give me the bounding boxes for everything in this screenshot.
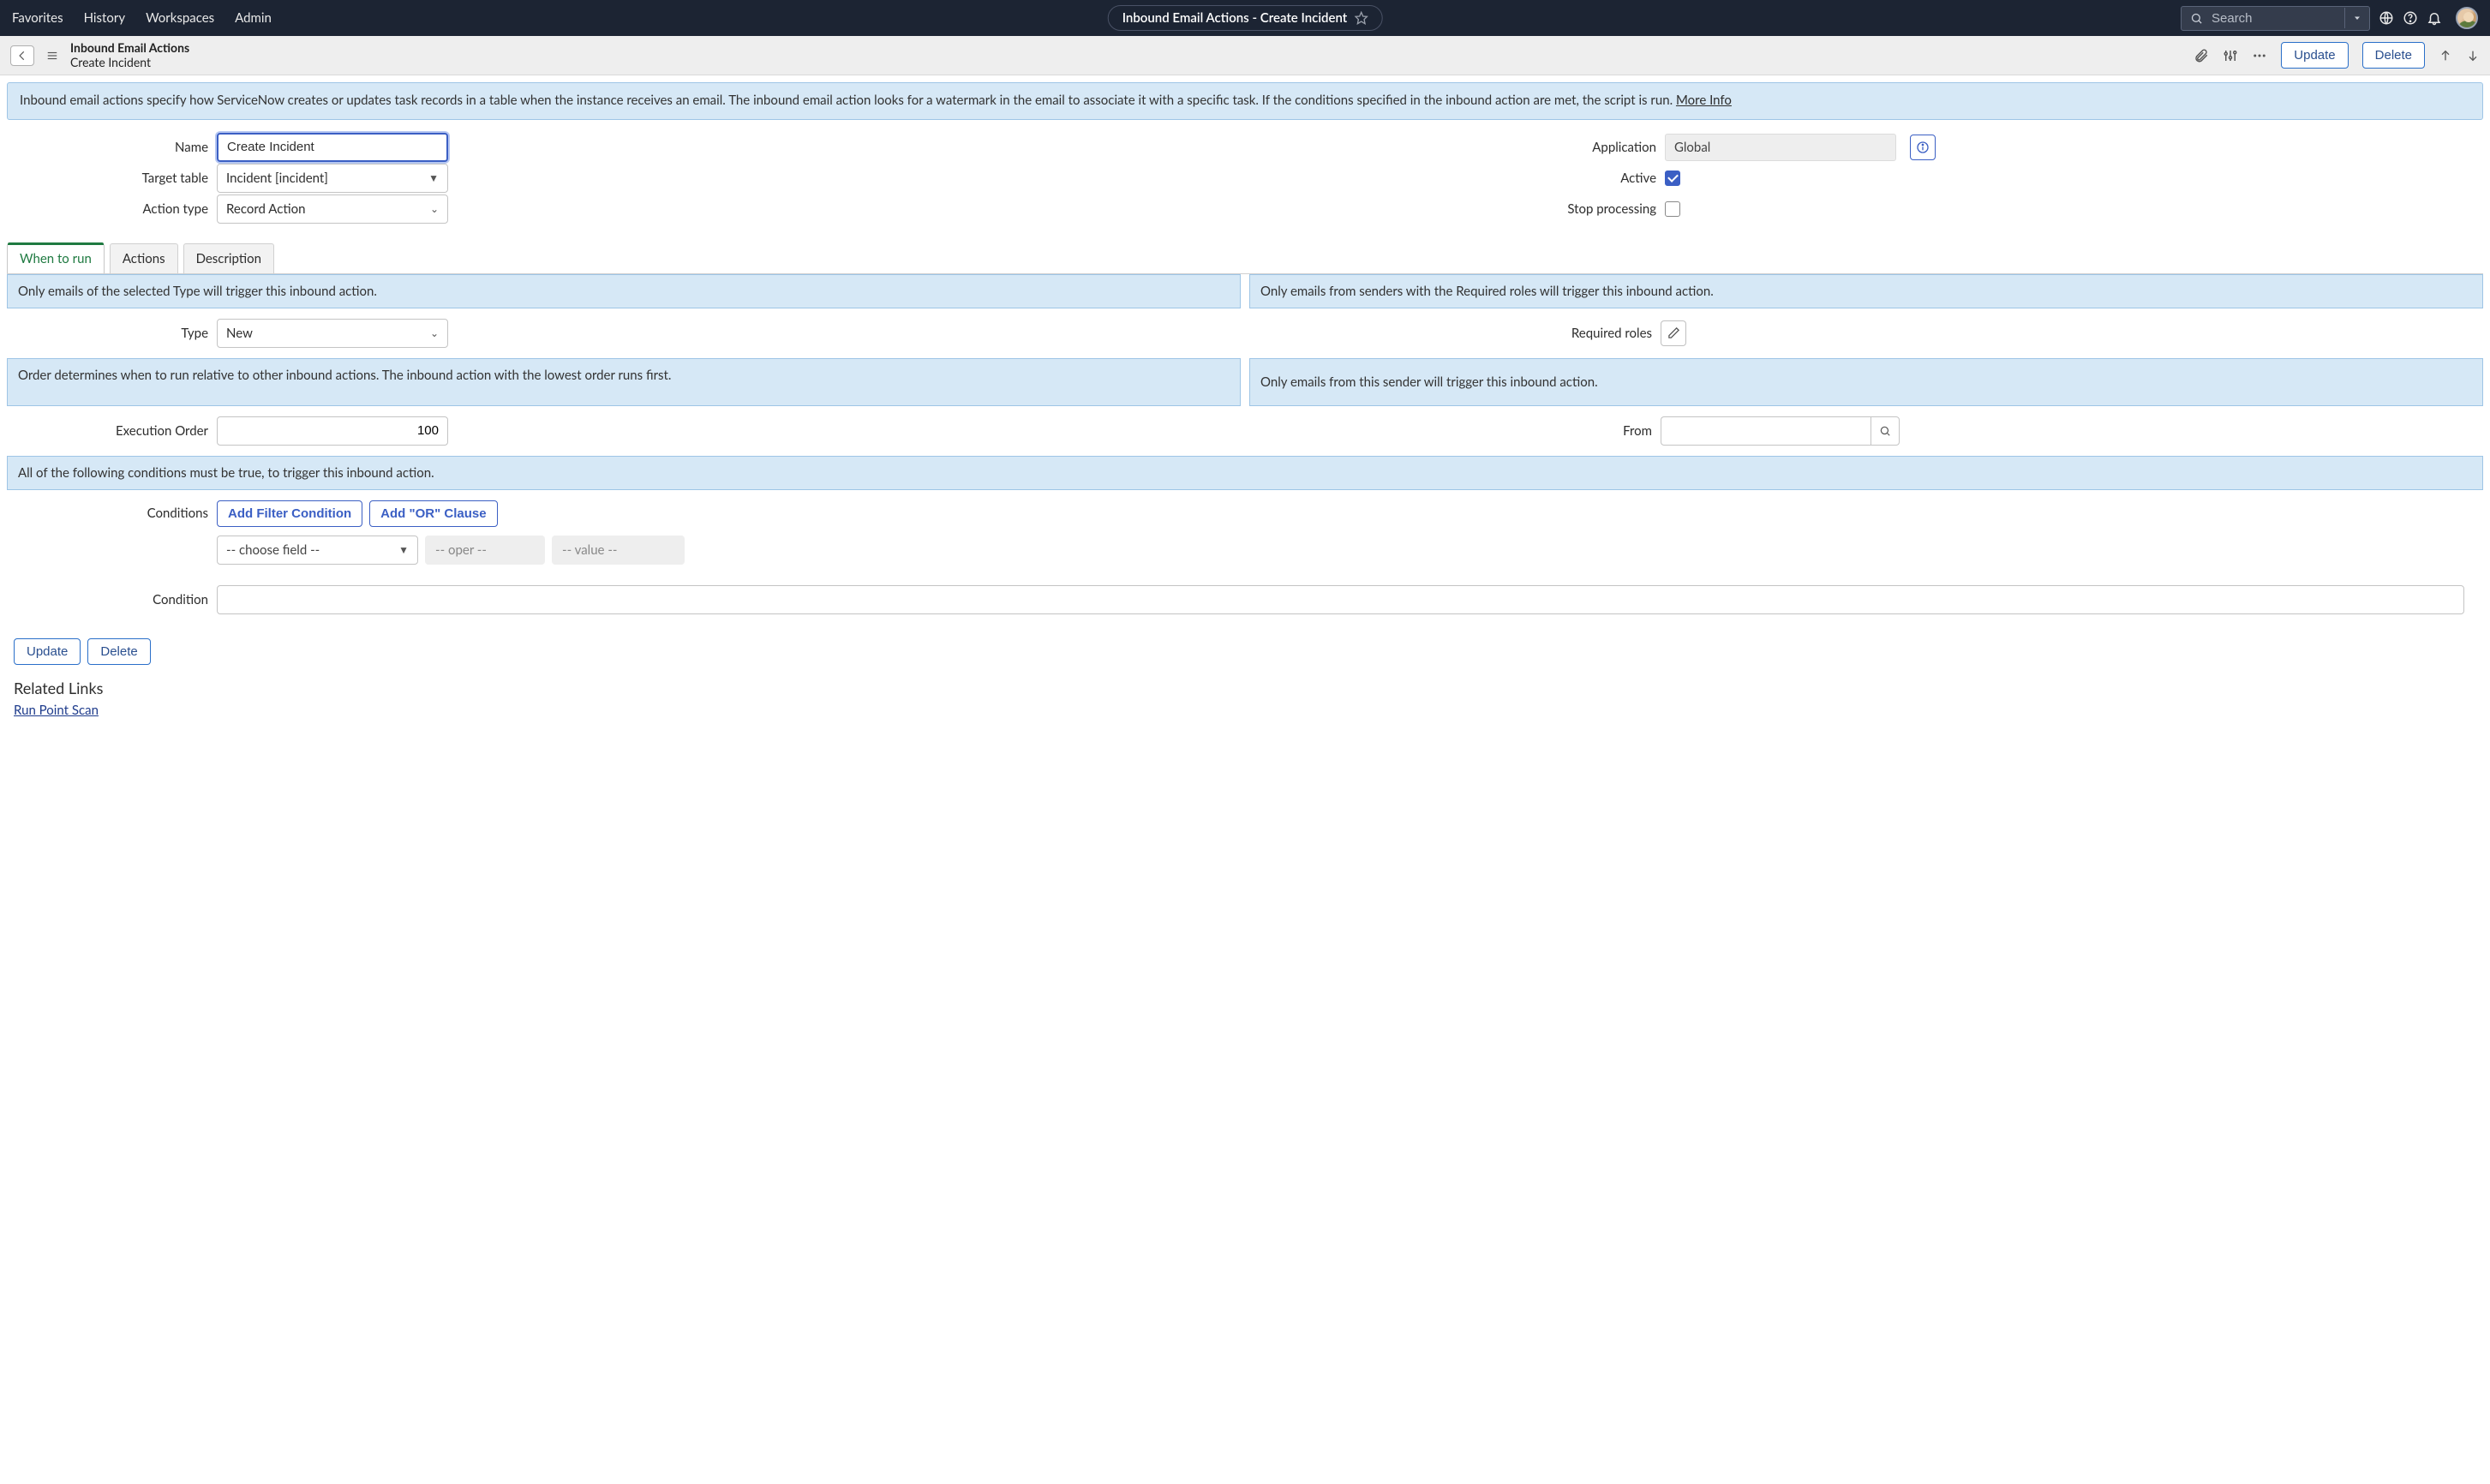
action-type-label: Action type (7, 201, 208, 217)
from-lookup-button[interactable] (1870, 416, 1900, 446)
page-title-text: Inbound Email Actions - Create Incident (1122, 10, 1348, 26)
nav-favorites[interactable]: Favorites (12, 10, 63, 26)
conditions-hint: All of the following conditions must be … (7, 456, 2483, 490)
type-select[interactable]: New ⌄ (217, 319, 448, 348)
page-title-pill: Inbound Email Actions - Create Incident (1108, 5, 1383, 31)
required-roles-edit-button[interactable] (1661, 320, 1686, 346)
condition-field-select[interactable]: -- choose field -- ▼ (217, 536, 418, 565)
name-label: Name (7, 140, 208, 155)
condition-value-field: -- value -- (552, 536, 685, 565)
related-links-heading: Related Links (14, 679, 2476, 697)
execution-order-label: Execution Order (7, 423, 208, 439)
personalize-form-icon[interactable] (2223, 48, 2238, 63)
tab-description[interactable]: Description (183, 243, 274, 273)
search-input[interactable] (2210, 10, 2336, 27)
type-hint: Only emails of the selected Type will tr… (7, 274, 1241, 308)
type-label: Type (7, 326, 208, 341)
order-hint: Order determines when to run relative to… (7, 358, 1241, 406)
previous-record-icon[interactable] (2439, 49, 2452, 63)
run-point-scan-link[interactable]: Run Point Scan (14, 703, 99, 718)
back-button[interactable] (10, 45, 34, 66)
condition-label: Condition (7, 592, 208, 607)
form-menu-icon[interactable] (45, 50, 60, 62)
update-button-top[interactable]: Update (2281, 42, 2348, 69)
action-type-value: Record Action (226, 201, 306, 217)
delete-button-bottom[interactable]: Delete (87, 638, 150, 665)
application-field: Global (1665, 134, 1896, 161)
chevron-down-icon: ⌄ (430, 326, 439, 339)
application-info-icon[interactable] (1910, 135, 1936, 160)
globe-icon[interactable] (2379, 10, 2394, 26)
chevron-down-icon: ⌄ (430, 202, 439, 215)
search-scope-dropdown[interactable] (2344, 8, 2369, 28)
search-icon (2190, 12, 2203, 25)
stop-processing-label: Stop processing (1254, 201, 1656, 217)
target-table-label: Target table (7, 171, 208, 186)
active-label: Active (1254, 171, 1656, 186)
form-tabs: When to run Actions Description (7, 243, 2483, 274)
notifications-icon[interactable] (2427, 10, 2442, 26)
help-icon[interactable] (2403, 10, 2418, 26)
attachment-icon[interactable] (2194, 48, 2209, 63)
chevron-down-icon: ▼ (428, 171, 439, 184)
more-actions-icon[interactable] (2252, 48, 2267, 63)
condition-field-value: -- choose field -- (226, 542, 320, 558)
name-input[interactable] (217, 133, 448, 162)
target-table-value: Incident [incident] (226, 171, 328, 186)
sender-hint: Only emails from this sender will trigge… (1249, 358, 2483, 406)
required-roles-label: Required roles (1249, 326, 1652, 341)
nav-workspaces[interactable]: Workspaces (146, 10, 214, 26)
from-input[interactable] (1661, 416, 1870, 446)
active-checkbox[interactable] (1665, 171, 1680, 186)
favorite-star-icon[interactable] (1354, 11, 1368, 25)
roles-hint: Only emails from senders with the Requir… (1249, 274, 2483, 308)
user-avatar[interactable] (2456, 7, 2478, 29)
conditions-label: Conditions (7, 500, 208, 521)
condition-operator-field: -- oper -- (425, 536, 545, 565)
stop-processing-checkbox[interactable] (1665, 201, 1680, 217)
info-banner: Inbound email actions specify how Servic… (7, 82, 2483, 120)
add-or-clause-button[interactable]: Add "OR" Clause (369, 500, 497, 527)
breadcrumb-table: Inbound Email Actions (70, 41, 189, 56)
application-label: Application (1254, 140, 1656, 155)
condition-input[interactable] (217, 585, 2464, 614)
global-search (2181, 6, 2370, 31)
target-table-select[interactable]: Incident [incident] ▼ (217, 164, 448, 193)
info-banner-text: Inbound email actions specify how Servic… (20, 93, 1676, 108)
chevron-down-icon: ▼ (398, 543, 409, 556)
add-filter-condition-button[interactable]: Add Filter Condition (217, 500, 362, 527)
from-label: From (1249, 423, 1652, 439)
tab-actions[interactable]: Actions (110, 243, 178, 273)
top-nav: Favorites History Workspaces Admin Inbou… (0, 0, 2490, 36)
tab-when-to-run[interactable]: When to run (7, 243, 105, 273)
update-button-bottom[interactable]: Update (14, 638, 81, 665)
type-value: New (226, 326, 253, 341)
form-header-bar: Inbound Email Actions Create Incident Up… (0, 36, 2490, 75)
application-value: Global (1674, 140, 1710, 155)
nav-history[interactable]: History (84, 10, 125, 26)
action-type-select[interactable]: Record Action ⌄ (217, 194, 448, 224)
delete-button-top[interactable]: Delete (2362, 42, 2425, 69)
breadcrumb-record: Create Incident (70, 56, 189, 70)
execution-order-input[interactable] (217, 416, 448, 446)
next-record-icon[interactable] (2466, 49, 2480, 63)
nav-admin[interactable]: Admin (235, 10, 272, 26)
more-info-link[interactable]: More Info (1676, 93, 1732, 108)
